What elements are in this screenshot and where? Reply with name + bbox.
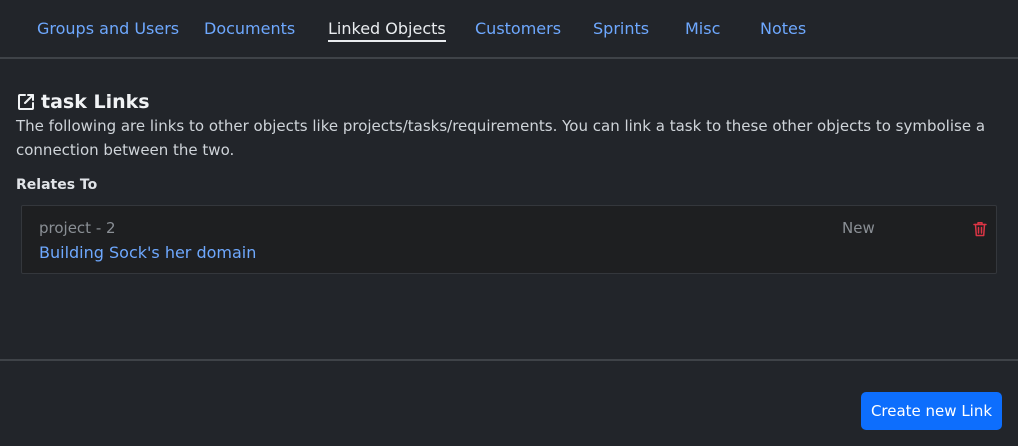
tab-sprints[interactable]: Sprints [593, 19, 649, 39]
link-object-title[interactable]: Building Sock's her domain [39, 243, 256, 262]
tab-customers[interactable]: Customers [475, 19, 561, 39]
section-title: task Links [41, 91, 150, 113]
delete-link-button[interactable] [973, 221, 989, 239]
section-heading: task Links [16, 90, 150, 114]
create-new-link-button[interactable]: Create new Link [861, 392, 1002, 430]
relates-to-label: Relates To [16, 177, 98, 193]
tab-bar: Groups and Users Documents Linked Object… [0, 0, 1018, 59]
footer-divider [0, 359, 1018, 361]
tab-linked-objects[interactable]: Linked Objects [328, 19, 446, 42]
tab-documents[interactable]: Documents [204, 19, 295, 39]
section-description: The following are links to other objects… [16, 117, 986, 159]
linked-object-card: project - 2 Building Sock's her domain N… [21, 205, 997, 274]
link-status: New [842, 219, 875, 237]
link-object-type: project - 2 [39, 219, 116, 237]
tab-notes[interactable]: Notes [760, 19, 806, 39]
tab-misc[interactable]: Misc [685, 19, 720, 39]
tab-groups-and-users[interactable]: Groups and Users [37, 19, 179, 39]
trash-icon [973, 221, 989, 237]
external-link-icon [16, 92, 36, 112]
